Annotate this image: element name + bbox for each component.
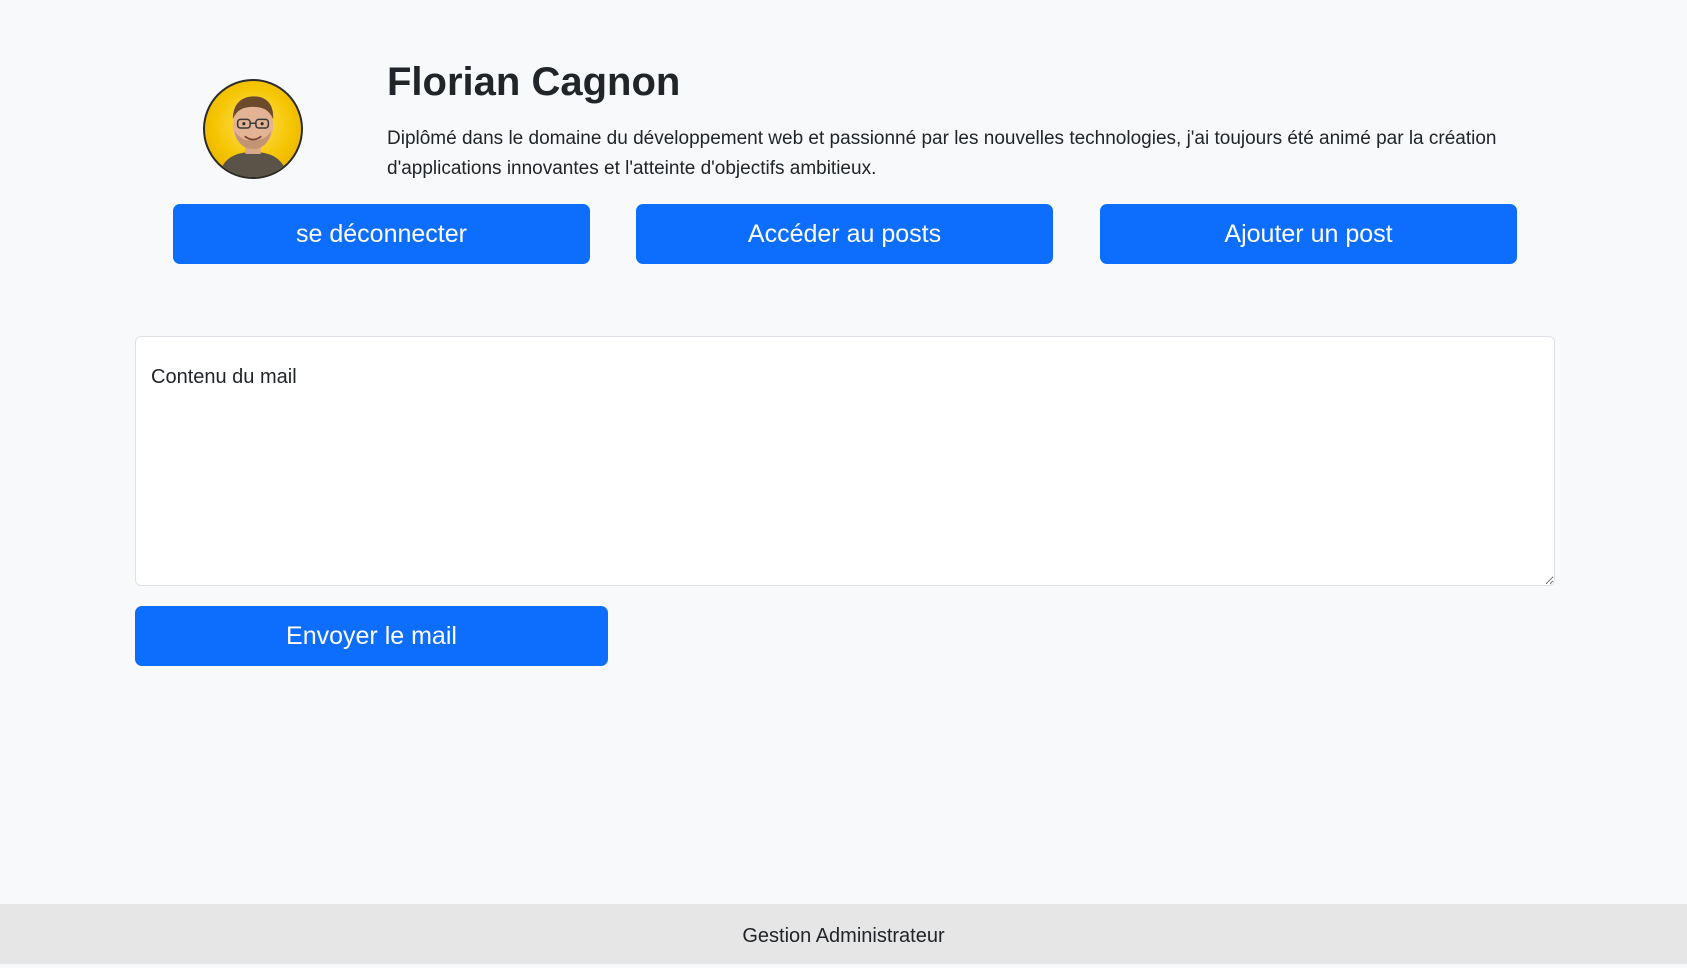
view-posts-button[interactable]: Accéder au posts (636, 204, 1053, 264)
profile-bio: Diplômé dans le domaine du développement… (387, 128, 1497, 179)
logout-button[interactable]: se déconnecter (173, 204, 590, 264)
mail-content-textarea[interactable] (135, 336, 1555, 586)
footer-text: Gestion Administrateur (742, 925, 945, 947)
profile-name: Florian Cagnon (387, 60, 681, 104)
avatar-portrait-icon (218, 96, 288, 177)
profile-header: Florian Cagnon Diplômé dans le domaine d… (0, 0, 1687, 190)
add-post-button[interactable]: Ajouter un post (1100, 204, 1517, 264)
avatar (203, 79, 303, 179)
send-mail-button[interactable]: Envoyer le mail (135, 606, 608, 666)
footer: Gestion Administrateur (0, 904, 1687, 964)
